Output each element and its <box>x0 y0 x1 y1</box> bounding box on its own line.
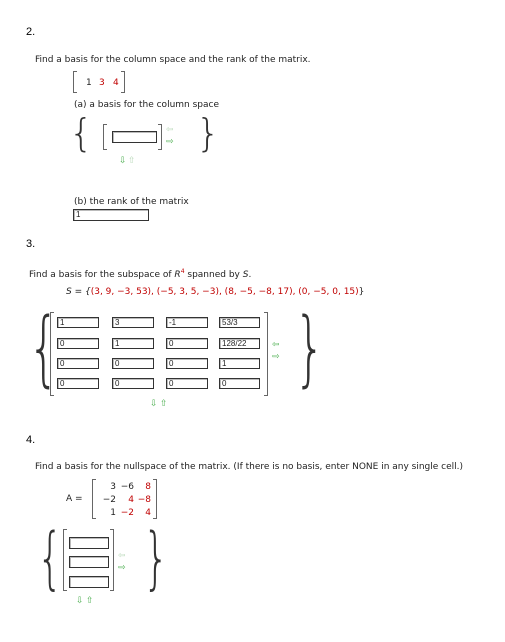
basis-vector-input[interactable] <box>112 131 157 143</box>
basis-cell[interactable]: 1 <box>219 358 260 369</box>
matrix-entry: −6 <box>120 482 134 492</box>
matrix-entry: 4 <box>145 508 151 518</box>
matrix-entry: −8 <box>137 495 151 505</box>
vector-right-bracket <box>110 529 114 591</box>
question-3-number: 3. <box>26 238 36 250</box>
question-2-number: 2. <box>26 26 36 38</box>
basis-cell[interactable]: 53/3 <box>219 317 260 328</box>
matrix-entry: 4 <box>128 495 134 505</box>
add-column-arrow-icon[interactable]: ⇨ <box>166 138 174 147</box>
remove-row-arrow-icon[interactable]: ⇧ <box>128 157 136 166</box>
right-brace: } <box>143 519 169 598</box>
matrix-label: A = <box>66 494 83 504</box>
matrix-entry: 8 <box>145 482 151 492</box>
add-row-arrow-icon[interactable]: ⇩ <box>76 597 84 606</box>
vector-left-bracket <box>50 312 54 396</box>
part-b-label: (b) the rank of the matrix <box>74 197 189 207</box>
vector-left-bracket <box>103 124 107 150</box>
matrix-right-bracket <box>153 479 157 519</box>
nullspace-cell[interactable] <box>69 576 109 588</box>
question-4-number: 4. <box>26 434 36 446</box>
remove-row-arrow-icon[interactable]: ⇧ <box>160 400 168 409</box>
matrix-entry: −2 <box>102 495 116 505</box>
left-brace: { <box>37 519 63 598</box>
matrix-entry: 3 <box>110 482 116 492</box>
matrix-entry: 4 <box>113 78 119 88</box>
basis-cell[interactable]: 0 <box>166 338 208 349</box>
vector-right-bracket <box>264 312 268 396</box>
basis-cell[interactable]: 0 <box>112 378 154 389</box>
basis-cell[interactable]: 1 <box>57 317 99 328</box>
part-a-label: (a) a basis for the column space <box>74 100 220 110</box>
basis-cell[interactable]: 0 <box>57 358 99 369</box>
vector-right-bracket <box>158 124 162 150</box>
basis-cell[interactable]: 0 <box>166 358 208 369</box>
matrix-entry: 3 <box>99 78 105 88</box>
basis-cell[interactable]: 0 <box>57 378 99 389</box>
rank-input[interactable]: 1 <box>73 209 149 221</box>
basis-cell[interactable]: 0 <box>219 378 260 389</box>
right-brace: } <box>196 111 221 155</box>
left-brace: { <box>28 301 60 396</box>
matrix-left-bracket <box>73 71 77 93</box>
basis-cell[interactable]: 128/22 <box>219 338 260 349</box>
matrix-entry: −2 <box>120 508 134 518</box>
nullspace-cell[interactable] <box>69 537 109 549</box>
matrix-right-bracket <box>121 71 125 93</box>
basis-cell[interactable]: -1 <box>166 317 208 328</box>
spanning-set: S = {(3, 9, −3, 53), (−5, 3, 5, −3), (8,… <box>66 287 365 297</box>
basis-cell[interactable]: 0 <box>166 378 208 389</box>
add-column-arrow-icon[interactable]: ⇨ <box>118 564 126 573</box>
remove-column-arrow-icon[interactable]: ⇦ <box>166 126 174 135</box>
basis-cell[interactable]: 0 <box>112 358 154 369</box>
basis-cell[interactable]: 3 <box>112 317 154 328</box>
question-2-prompt: Find a basis for the column space and th… <box>35 55 311 65</box>
left-brace: { <box>69 111 94 155</box>
basis-cell[interactable]: 0 <box>57 338 99 349</box>
add-row-arrow-icon[interactable]: ⇩ <box>150 400 158 409</box>
add-column-arrow-icon[interactable]: ⇨ <box>272 353 280 362</box>
question-4-prompt: Find a basis for the nullspace of the ma… <box>35 462 464 472</box>
question-3-prompt: Find a basis for the subspace of R4 span… <box>29 268 252 280</box>
matrix-left-bracket <box>92 479 96 519</box>
matrix-entry: 1 <box>110 508 116 518</box>
remove-row-arrow-icon[interactable]: ⇧ <box>86 597 94 606</box>
vector-left-bracket <box>63 529 67 591</box>
basis-cell[interactable]: 1 <box>112 338 154 349</box>
add-row-arrow-icon[interactable]: ⇩ <box>119 157 127 166</box>
matrix-entry: 1 <box>86 78 92 88</box>
remove-column-arrow-icon[interactable]: ⇦ <box>118 552 126 561</box>
right-brace: } <box>294 301 326 396</box>
nullspace-cell[interactable] <box>69 556 109 568</box>
remove-column-arrow-icon[interactable]: ⇦ <box>272 341 280 350</box>
